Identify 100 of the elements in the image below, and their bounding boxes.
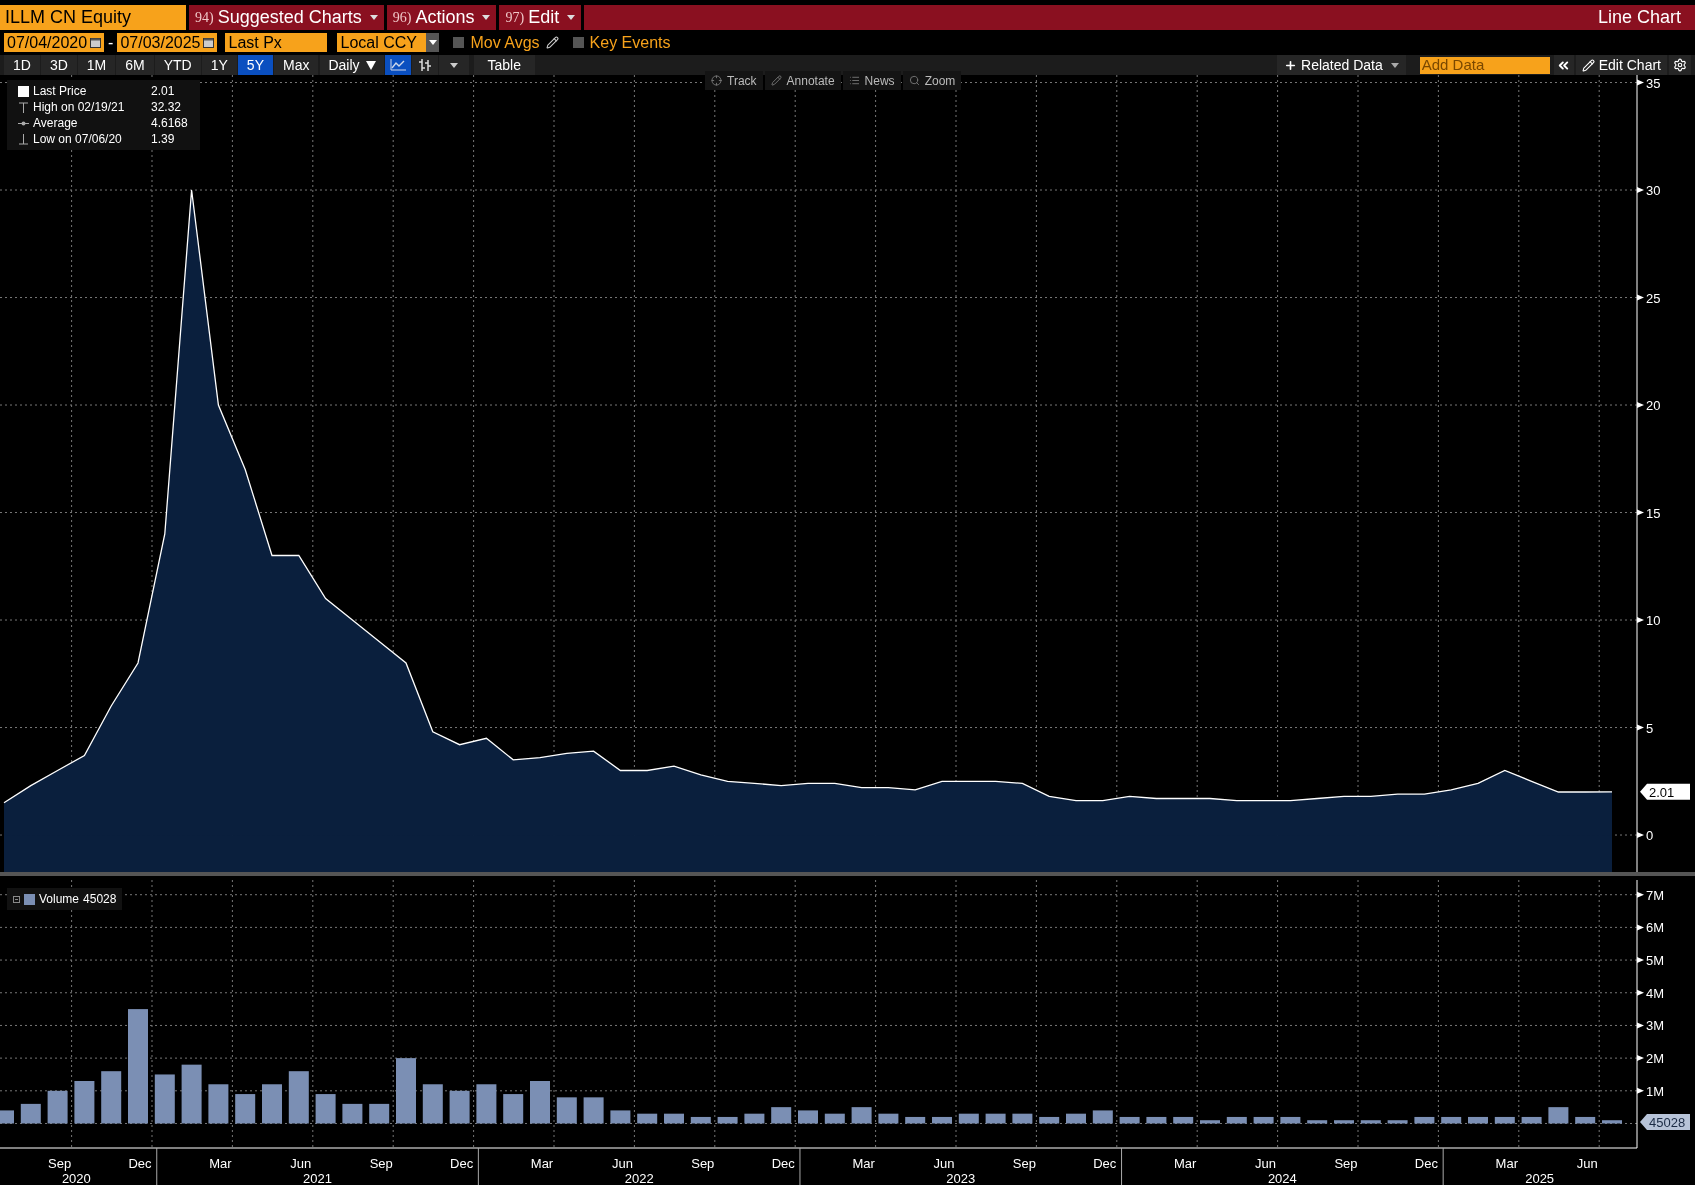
calendar-icon [90,37,102,48]
caret-icon [1390,62,1399,68]
caret-icon [365,60,376,70]
volume-bar [315,1094,336,1124]
month-label: Dec [128,1156,152,1171]
volume-bar [1039,1116,1060,1124]
caret-icon [567,15,576,20]
volume-bar [664,1113,684,1124]
volume-bar [262,1084,282,1124]
pencil-icon [770,75,782,86]
calendar-icon [203,37,215,48]
related-data-button[interactable]: Related Data [1277,55,1406,75]
add-data-field[interactable]: Add Data [1419,56,1550,74]
chart-style-button[interactable] [411,55,438,75]
volume-bar [851,1107,872,1124]
period-button[interactable]: 1D [4,55,40,75]
volume-bar [1146,1116,1167,1124]
period-button[interactable]: YTD [154,55,201,75]
volume-bar [1307,1120,1328,1124]
menu-number: 96) [392,9,412,27]
volume-bar [610,1110,631,1124]
chart-tool-button[interactable]: Annotate [764,71,841,90]
year-label: 2021 [303,1171,332,1185]
legend-label: Last Price [33,83,88,99]
tick-marker [1637,1022,1644,1029]
menu-label: Actions [415,6,475,29]
caret-icon [429,40,437,45]
month-label: Mar [852,1156,875,1171]
month-label: Sep [369,1156,393,1171]
chart-tool-button[interactable]: News [842,71,901,90]
volume-bar [503,1094,524,1124]
caret-icon [449,62,458,68]
frequency-dropdown[interactable]: Daily [320,55,384,75]
tick-marker [1637,1087,1644,1094]
pencil-icon [1581,58,1595,72]
edit-chart-button[interactable]: Edit Chart [1575,55,1667,75]
axis-label: 0 [1646,828,1654,843]
volume-bar [1119,1116,1140,1124]
period-button[interactable]: 5Y [237,55,273,75]
volume-bar [181,1064,202,1124]
checkbox[interactable] [453,37,465,48]
chart-tool-button[interactable]: Zoom [902,71,962,90]
period-button[interactable]: 1M [77,55,116,75]
year-label: 2024 [1267,1171,1297,1185]
menu-button[interactable]: 96) Actions [386,5,497,30]
axis-label: 7M [1646,887,1665,903]
volume-bar [1334,1120,1354,1124]
volume-bar [449,1090,470,1124]
currency-dropdown[interactable]: Local CCY [337,33,440,52]
month-label: Mar [1495,1156,1518,1171]
volume-bar [101,1071,122,1124]
period-button[interactable]: 6M [116,55,154,75]
month-label: Dec [1414,1156,1438,1171]
volume-bar [20,1103,41,1124]
volume-bar [476,1084,497,1124]
volume-bar [717,1116,738,1124]
end-date-field[interactable]: 07/03/2025 [117,33,218,52]
volume-bar [1092,1110,1113,1124]
start-date-field[interactable]: 07/04/2020 [4,33,105,52]
menu-button[interactable]: 97) Edit [499,5,582,30]
tick-marker [1637,617,1644,623]
volume-bar [1253,1116,1274,1124]
tick-marker [1637,989,1644,996]
chart-type-title: Line Chart [1597,6,1681,29]
period-button[interactable]: Max [273,55,319,75]
period-button[interactable]: 3D [40,55,77,75]
year-label: 2023 [946,1171,976,1185]
legend-value: 45028 [83,891,117,907]
volume-bar [932,1116,952,1124]
tick-marker [1637,79,1644,86]
checkbox[interactable] [572,37,584,48]
month-label: Sep [1334,1156,1358,1171]
volume-bar [530,1081,550,1124]
axis-label: 10 [1646,613,1661,628]
field-selector[interactable]: Last Px [225,33,328,52]
volume-bar [342,1103,363,1124]
volume-bar [1575,1116,1596,1124]
style-menu-button[interactable] [438,55,469,75]
security-field[interactable]: ILLM CN Equity [0,5,186,30]
axis-label: 15 [1646,505,1661,521]
period-button[interactable]: 1Y [201,55,237,75]
year-label: 2022 [624,1171,654,1185]
collapse-button[interactable] [1553,55,1574,75]
volume-bar [369,1103,390,1124]
volume-bar [288,1071,309,1124]
pencil-icon[interactable] [545,36,559,49]
chart-tool-button[interactable]: Track [705,71,763,90]
chart-style-button[interactable] [384,55,411,75]
volume-bar [1200,1120,1220,1124]
menu-button[interactable]: 94) Suggested Charts [189,5,384,30]
volume-bar [985,1113,1006,1124]
month-label: Dec [450,1156,474,1171]
last-volume-tag: 45028 [1640,1114,1690,1130]
legend-label: Low on 07/06/20 [33,131,123,147]
tick-marker [1637,924,1644,931]
legend-label: Average [33,115,79,131]
settings-button[interactable] [1669,55,1691,75]
tick-marker [1637,509,1644,516]
line-chart-icon [389,59,406,71]
table-button[interactable]: Table [473,55,535,75]
